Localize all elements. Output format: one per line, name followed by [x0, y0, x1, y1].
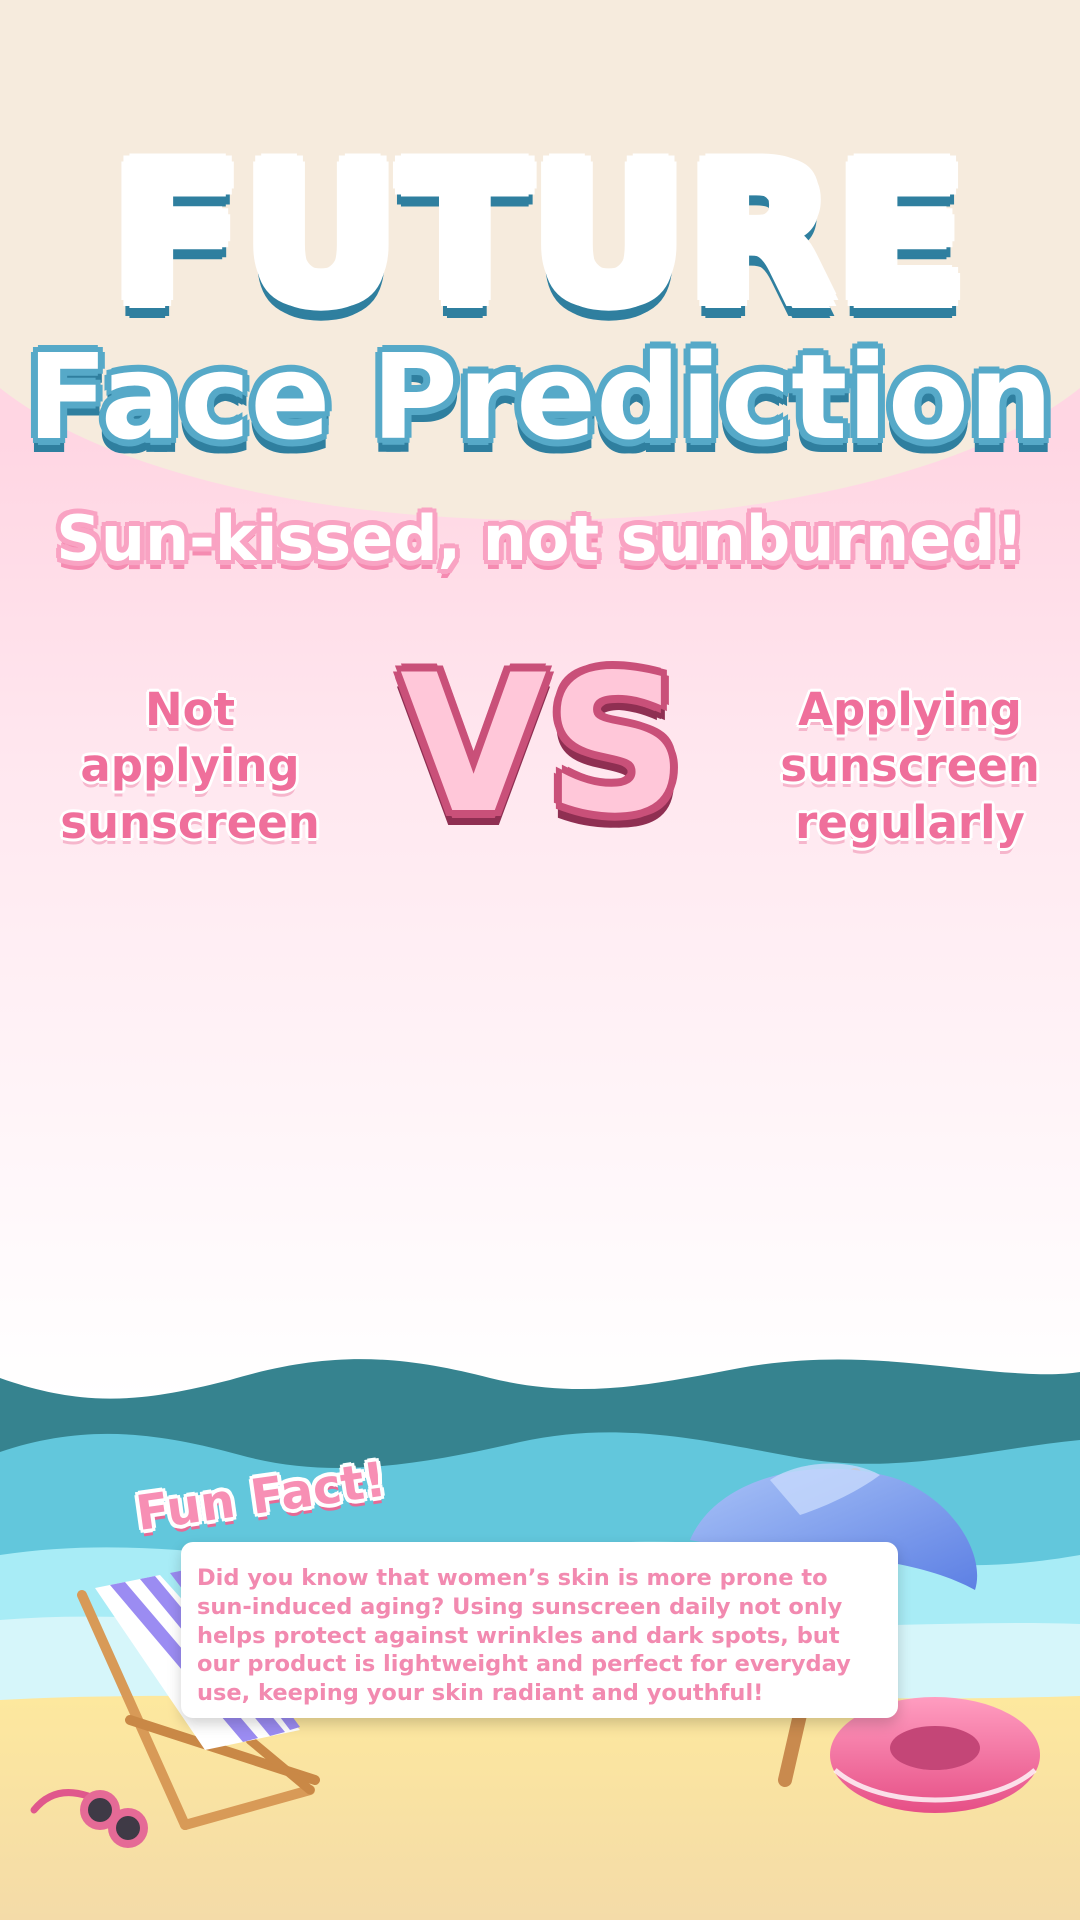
left-comparison-label: Not applying sunscreen	[60, 683, 320, 849]
fun-fact-card: Did you know that women’s skin is more p…	[181, 1542, 898, 1718]
poster-canvas: FUTURE Face Prediction Sun-kissed, not s…	[0, 0, 1080, 1920]
title-future: FUTURE	[111, 124, 969, 345]
title-face-prediction: Face Prediction	[27, 328, 1053, 466]
vs-label: VS	[400, 634, 684, 855]
fun-fact-text: Did you know that women’s skin is more p…	[197, 1565, 851, 1707]
subtitle: Sun-kissed, not sunburned!	[56, 502, 1024, 575]
right-comparison-label: Applying sunscreen regularly	[780, 683, 1040, 849]
